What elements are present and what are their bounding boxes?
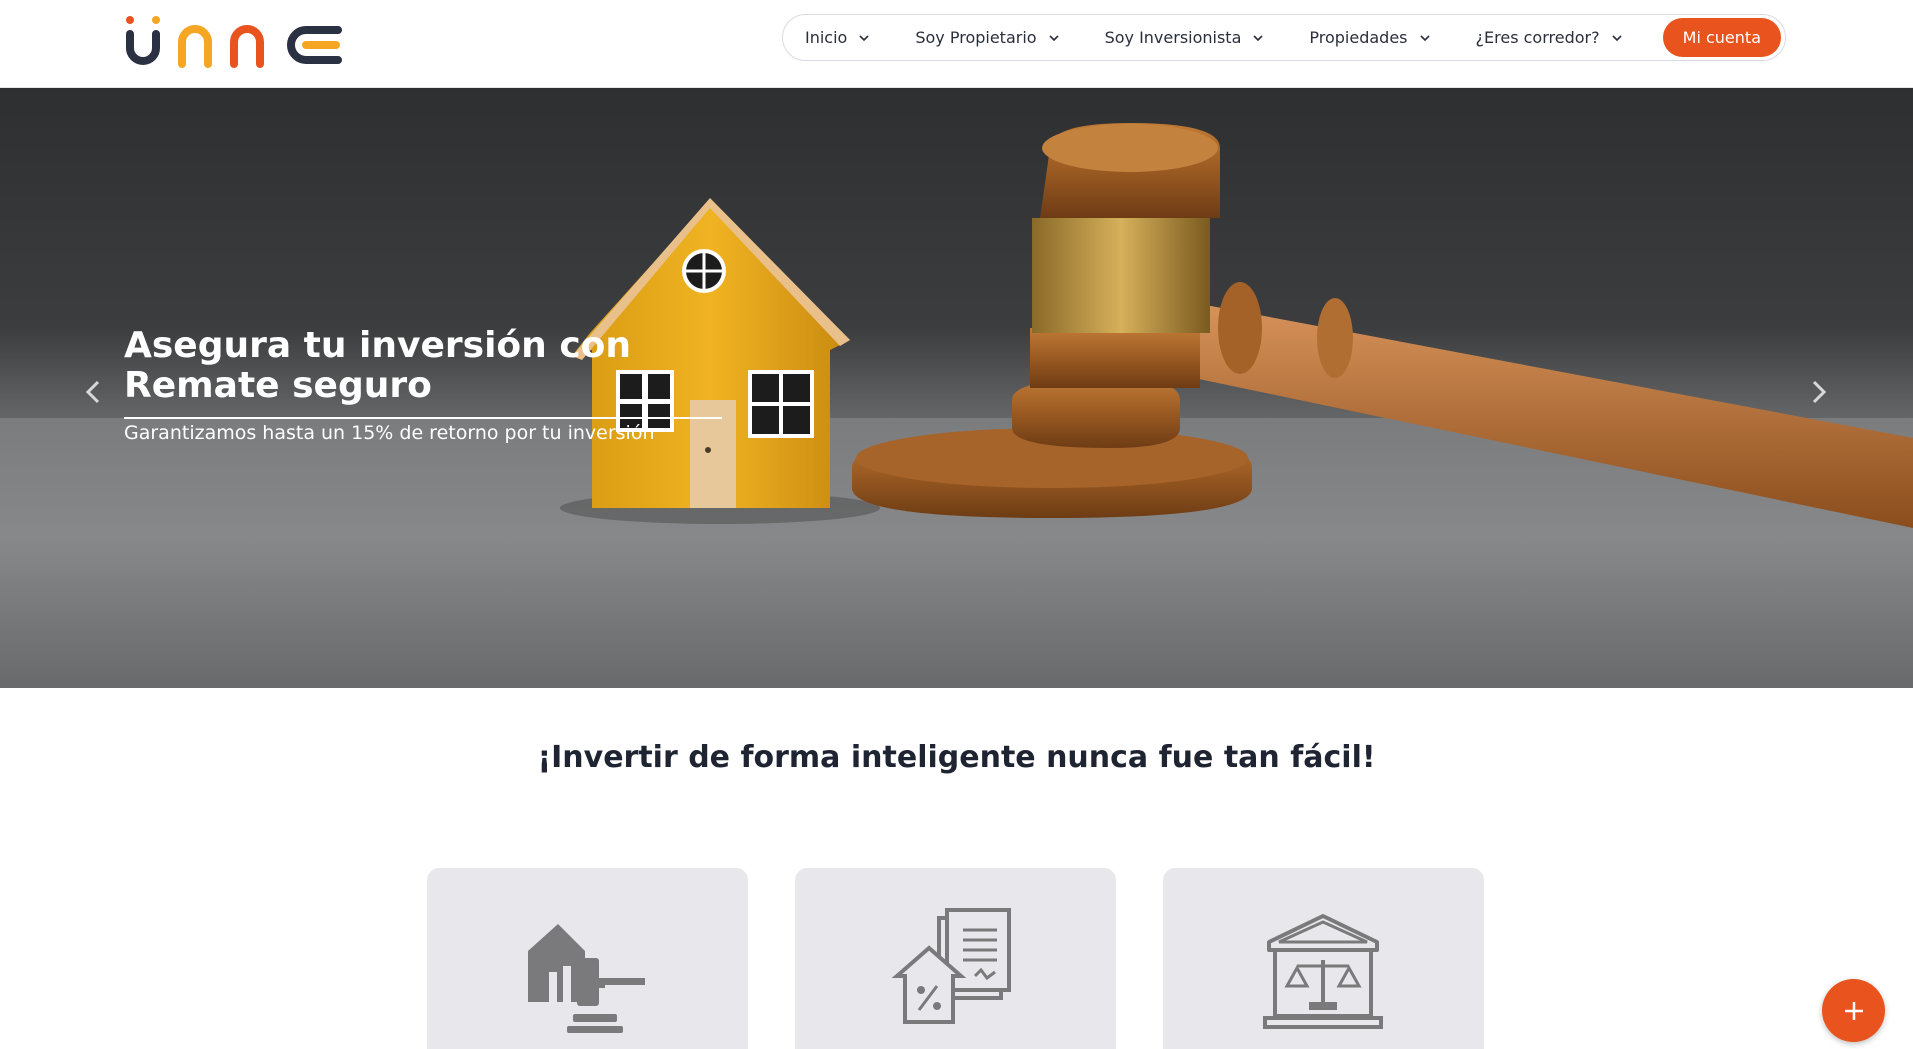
nav-item-propiedades[interactable]: Propiedades — [1309, 28, 1431, 47]
hero-divider — [124, 417, 722, 419]
nav-item-label: Soy Propietario — [915, 28, 1037, 47]
nav-item-label: Inicio — [805, 28, 848, 47]
section-title: ¡Invertir de forma inteligente nunca fue… — [537, 740, 1376, 775]
slider-prev-button[interactable] — [78, 372, 108, 412]
hero-subtitle: Garantizamos hasta un 15% de retorno por… — [124, 422, 655, 444]
house-gavel-icon — [528, 924, 645, 1033]
nav-item-inicio[interactable]: Inicio — [805, 28, 871, 47]
chevron-left-icon — [85, 380, 100, 404]
nav-item-soy-inversionista[interactable]: Soy Inversionista — [1105, 28, 1266, 47]
house-percent-document-icon — [891, 908, 1011, 1024]
mi-cuenta-button[interactable]: Mi cuenta — [1662, 18, 1781, 57]
nav-item-label: Propiedades — [1309, 28, 1408, 47]
nav-item-soy-propietario[interactable]: Soy Propietario — [915, 28, 1060, 47]
slider-next-button[interactable] — [1804, 372, 1834, 412]
hero-slider: Asegura tu inversión con Remate seguro G… — [0, 88, 1913, 688]
feature-card-financiamiento[interactable] — [795, 868, 1116, 1049]
chevron-down-icon — [1612, 34, 1622, 41]
unne-logo[interactable] — [122, 14, 346, 68]
chevron-right-icon — [1812, 380, 1827, 404]
chevron-down-icon — [859, 34, 869, 41]
chevron-down-icon — [1048, 34, 1059, 41]
main-nav: Inicio Soy Propietario Soy Inversionista… — [782, 14, 1786, 61]
chevron-down-icon — [1419, 34, 1430, 41]
nav-item-label: ¿Eres corredor? — [1475, 28, 1600, 47]
feature-card-remate[interactable] — [427, 868, 748, 1049]
site-header: Inicio Soy Propietario Soy Inversionista… — [0, 0, 1913, 88]
floating-add-button[interactable] — [1822, 979, 1885, 1042]
plus-icon — [1844, 1001, 1863, 1020]
hero-title: Asegura tu inversión con Remate seguro — [124, 326, 724, 406]
hero-title-line-1: Asegura tu inversión con — [124, 325, 632, 366]
hero-title-line-2: Remate seguro — [124, 365, 432, 406]
nav-item-label: Soy Inversionista — [1104, 28, 1242, 47]
nav-item-eres-corredor[interactable]: ¿Eres corredor? — [1476, 28, 1624, 47]
feature-card-legal[interactable] — [1163, 868, 1484, 1049]
chevron-down-icon — [1253, 34, 1263, 41]
bank-scales-icon — [1263, 914, 1383, 1029]
